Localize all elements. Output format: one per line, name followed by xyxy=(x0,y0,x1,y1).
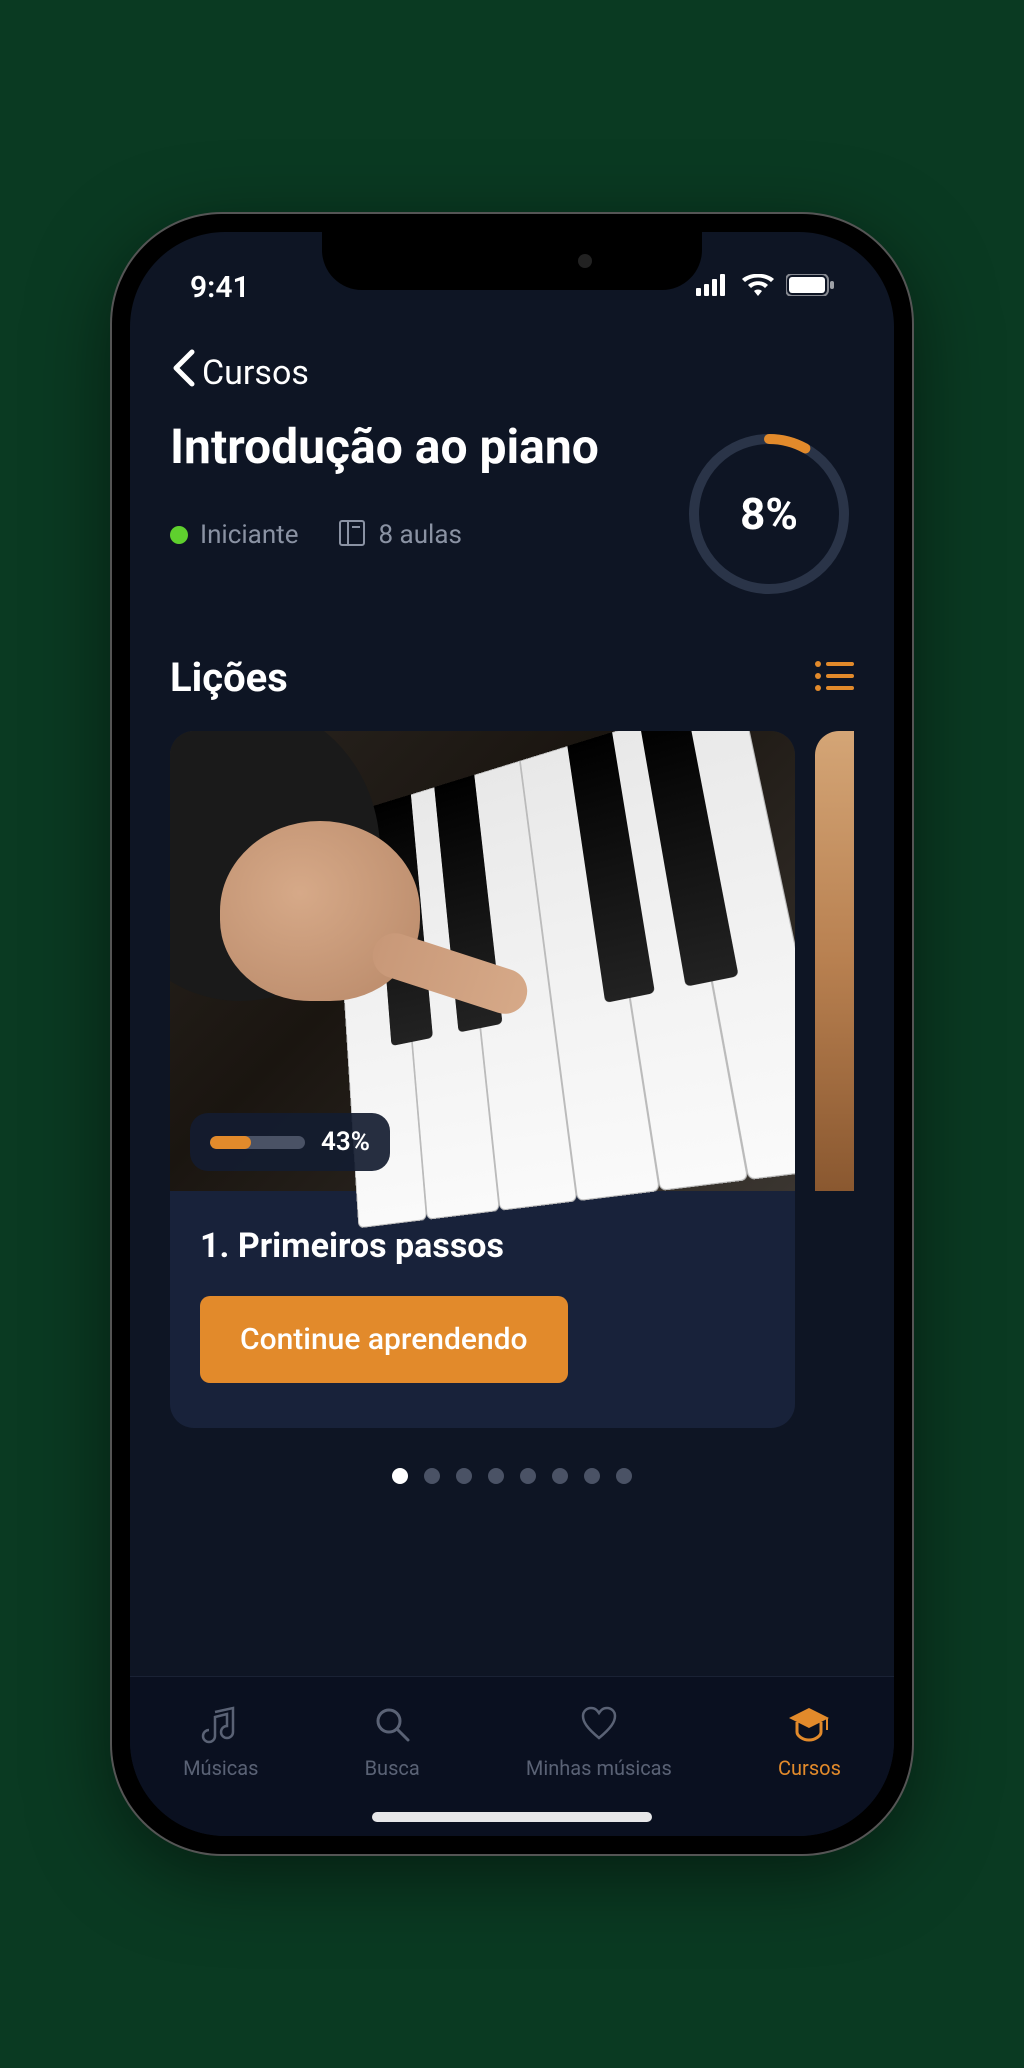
home-indicator[interactable] xyxy=(372,1812,652,1822)
screen: 9:41 Cursos xyxy=(130,232,894,1836)
pager-dot[interactable] xyxy=(488,1468,504,1484)
lesson-carousel[interactable]: 43% 1. Primeiros passos Continue aprende… xyxy=(170,731,854,1428)
back-button[interactable]: Cursos xyxy=(170,347,854,399)
next-lesson-peek[interactable] xyxy=(815,731,854,1191)
status-time: 9:41 xyxy=(190,270,250,305)
lessons-header: Lições xyxy=(170,654,854,701)
tab-label: Cursos xyxy=(778,1756,841,1780)
lessons-count-indicator: 8 aulas xyxy=(338,519,461,551)
lesson-progress-pct: 43% xyxy=(321,1127,370,1157)
search-icon xyxy=(370,1702,414,1746)
level-text: Iniciante xyxy=(200,520,298,550)
tab-label: Músicas xyxy=(183,1756,258,1780)
pager-dot[interactable] xyxy=(616,1468,632,1484)
continue-learning-button[interactable]: Continue aprendendo xyxy=(200,1296,568,1383)
level-dot-icon xyxy=(170,526,188,544)
book-icon xyxy=(338,519,366,551)
notch xyxy=(322,232,702,290)
pager-dot[interactable] xyxy=(392,1468,408,1484)
tab-cursos[interactable]: Cursos xyxy=(778,1702,841,1780)
lesson-progress-badge: 43% xyxy=(190,1113,390,1171)
course-meta: Iniciante 8 aulas xyxy=(170,519,684,551)
pager-dot[interactable] xyxy=(552,1468,568,1484)
status-icons xyxy=(696,274,834,300)
phone-frame: 9:41 Cursos xyxy=(112,214,912,1854)
carousel-pager xyxy=(170,1468,854,1484)
heart-icon xyxy=(577,1702,621,1746)
lesson-title: 1. Primeiros passos xyxy=(200,1226,765,1266)
tab-minhas-musicas[interactable]: Minhas músicas xyxy=(526,1702,672,1780)
chevron-left-icon xyxy=(170,347,196,399)
lessons-title: Lições xyxy=(170,654,288,701)
pager-dot[interactable] xyxy=(424,1468,440,1484)
level-indicator: Iniciante xyxy=(170,520,298,550)
tab-musicas[interactable]: Músicas xyxy=(183,1702,258,1780)
signal-icon xyxy=(696,274,730,300)
pager-dot[interactable] xyxy=(520,1468,536,1484)
course-title: Introdução ao piano xyxy=(170,419,684,474)
tab-label: Busca xyxy=(365,1756,420,1780)
grad-cap-icon xyxy=(787,1702,831,1746)
content: Cursos Introdução ao piano Iniciante xyxy=(130,312,894,1484)
course-progress-ring: 8% xyxy=(684,429,854,599)
tab-busca[interactable]: Busca xyxy=(365,1702,420,1780)
course-progress-pct: 8% xyxy=(740,488,798,540)
lesson-card[interactable]: 43% 1. Primeiros passos Continue aprende… xyxy=(170,731,795,1428)
wifi-icon xyxy=(742,274,774,300)
lesson-thumbnail: 43% xyxy=(170,731,795,1191)
music-icon xyxy=(199,1702,243,1746)
course-header: Introdução ao piano Iniciante 8 aulas xyxy=(170,419,854,599)
pager-dot[interactable] xyxy=(584,1468,600,1484)
pager-dot[interactable] xyxy=(456,1468,472,1484)
list-view-icon[interactable] xyxy=(814,660,854,696)
back-label: Cursos xyxy=(202,353,309,393)
lessons-count-text: 8 aulas xyxy=(378,520,461,550)
battery-icon xyxy=(786,274,834,300)
tab-label: Minhas músicas xyxy=(526,1756,672,1780)
lesson-progress-bar xyxy=(210,1136,305,1149)
